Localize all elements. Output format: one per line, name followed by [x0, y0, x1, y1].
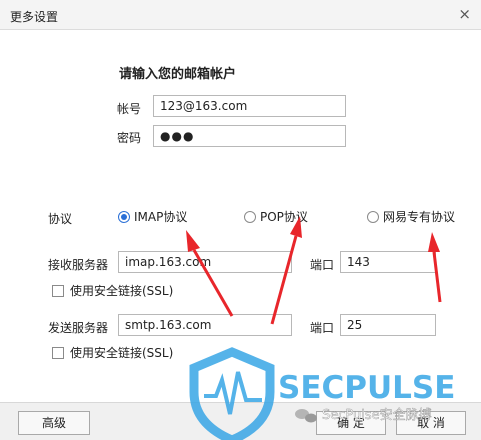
watermark-brand: SECPULSE	[278, 370, 455, 406]
receive-server-label: 接收服务器	[48, 258, 109, 272]
radio-pop-label: POP协议	[260, 210, 308, 224]
receive-port-label: 端口	[310, 258, 335, 272]
send-port-input[interactable]: 25	[340, 314, 436, 336]
radio-selected-icon	[118, 210, 130, 223]
title-bar: 更多设置 ×	[0, 0, 481, 30]
send-port-label: 端口	[310, 321, 335, 335]
receive-ssl-checkbox[interactable]: 使用安全链接(SSL)	[52, 282, 173, 299]
receive-port-input[interactable]: 143	[340, 251, 436, 273]
radio-netease-label: 网易专有协议	[383, 210, 456, 224]
password-input[interactable]: ●●●	[153, 125, 346, 147]
radio-imap-label: IMAP协议	[134, 210, 188, 224]
protocol-label: 协议	[48, 212, 73, 226]
radio-netease[interactable]: 网易专有协议	[367, 208, 455, 225]
password-label: 密码	[117, 131, 142, 145]
radio-unselected-icon	[367, 210, 379, 223]
red-arrow-imap	[186, 230, 234, 317]
receive-server-input[interactable]: imap.163.com	[118, 251, 292, 273]
window-title: 更多设置	[10, 10, 59, 24]
advanced-button[interactable]: 高级	[18, 411, 90, 435]
ok-button[interactable]: 确 定	[316, 411, 386, 435]
send-ssl-label: 使用安全链接(SSL)	[70, 346, 174, 360]
cancel-button[interactable]: 取 消	[396, 411, 466, 435]
radio-pop[interactable]: POP协议	[244, 208, 308, 225]
radio-unselected-icon	[244, 210, 256, 223]
send-server-label: 发送服务器	[48, 321, 109, 335]
account-input[interactable]: 123@163.com	[153, 95, 346, 117]
checkbox-icon	[52, 284, 64, 297]
radio-imap[interactable]: IMAP协议	[118, 208, 187, 225]
checkbox-icon	[52, 346, 64, 359]
form-heading: 请输入您的邮箱帐户	[119, 67, 237, 82]
send-server-input[interactable]: smtp.163.com	[118, 314, 292, 336]
close-icon[interactable]: ×	[458, 5, 471, 23]
send-ssl-checkbox[interactable]: 使用安全链接(SSL)	[52, 344, 173, 361]
dialog-footer: 高级 确 定 取 消	[0, 402, 481, 440]
account-label: 帐号	[117, 102, 142, 116]
receive-ssl-label: 使用安全链接(SSL)	[70, 284, 174, 298]
